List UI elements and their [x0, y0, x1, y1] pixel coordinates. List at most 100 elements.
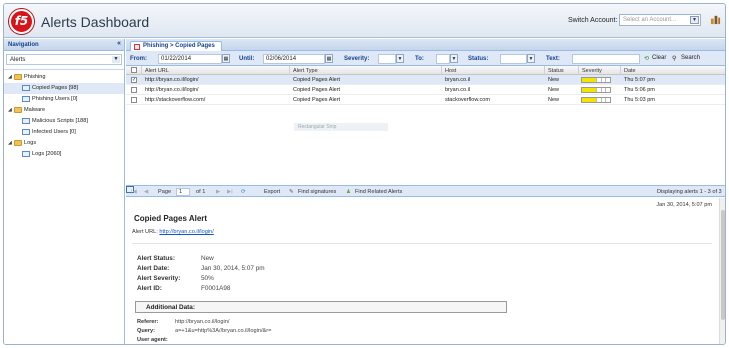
first-page-icon[interactable]: |◀ [131, 189, 137, 195]
table-row[interactable]: http://bryan.co.il/login/Copied Pages Al… [126, 85, 725, 95]
divider [132, 243, 712, 244]
until-date-input[interactable]: 02/06/2014 [263, 54, 325, 64]
tree-item[interactable]: Logs [2060] [4, 149, 124, 160]
row-checkbox[interactable] [131, 87, 137, 93]
detail-severity-label: Alert Severity: [137, 275, 181, 282]
chevron-down-icon[interactable]: ▼ [527, 54, 535, 63]
nav-category-select[interactable]: Alerts ▼ [6, 54, 122, 65]
cell-alert-url: http://bryan.co.il/login/ [145, 87, 199, 93]
until-label: Until: [239, 56, 255, 62]
table-row[interactable]: http://stackoverflow.com/Copied Pages Al… [126, 95, 725, 105]
table-row[interactable]: ✓ http://bryan.co.il/login/Copied Pages A… [126, 75, 725, 85]
signature-icon[interactable]: ✎ [289, 189, 294, 195]
column-severity[interactable]: Severity [582, 68, 602, 74]
detail-scrollbar[interactable] [719, 198, 725, 344]
calendar-icon[interactable]: ▦ [325, 54, 333, 63]
switch-account-select[interactable]: Select an Account... ▼ [619, 14, 701, 26]
prev-page-icon[interactable]: ◀ [144, 189, 148, 195]
tab-copied-pages[interactable]: Phishing > Copied Pages [130, 41, 222, 51]
next-page-icon[interactable]: ▶ [216, 189, 220, 195]
f5-logo: f5 [9, 9, 34, 34]
last-page-icon[interactable]: ▶| [227, 189, 233, 195]
users-icon[interactable]: ♟ [346, 189, 351, 195]
row-checkbox[interactable]: ✓ [131, 77, 137, 83]
column-alert-url[interactable]: Alert URL [145, 68, 169, 74]
tree-folder[interactable]: ◢ Malware [4, 105, 124, 116]
column-host[interactable]: Host [445, 68, 456, 74]
detail-id-value: F0001A98 [201, 285, 231, 292]
referer-label: Referer: [137, 319, 159, 325]
cell-alert-type: Copied Pages Alert [293, 77, 341, 83]
page-icon [134, 44, 140, 50]
chevron-down-icon[interactable]: ▼ [112, 56, 120, 63]
detail-timestamp: Jan 30, 2014, 5:07 pm [656, 202, 712, 208]
scrollbar-thumb[interactable] [721, 210, 725, 320]
binoculars-icon[interactable]: ⚲ [672, 55, 676, 62]
clear-icon[interactable]: ⟲ [644, 55, 649, 62]
tree-item-label: Copied Pages [98] [32, 85, 79, 91]
tree-item[interactable]: Copied Pages [98] [4, 83, 124, 94]
navigation-header: Navigation « [4, 39, 124, 51]
select-all-checkbox[interactable] [131, 67, 137, 73]
app-title: Alerts Dashboard [41, 14, 150, 30]
row-checkbox[interactable] [131, 97, 137, 103]
detail-id-label: Alert ID: [137, 285, 162, 292]
collapse-icon[interactable]: « [117, 40, 121, 47]
severity-from-select[interactable] [378, 54, 396, 64]
severity-tick [605, 98, 607, 102]
tree-folder[interactable]: ◢ Phishing [4, 72, 124, 83]
export-button[interactable]: Export [264, 189, 280, 195]
chevron-down-icon[interactable]: ▼ [396, 54, 404, 63]
find-signatures-button[interactable]: Find signatures [298, 189, 336, 195]
to-label: To: [415, 56, 424, 62]
search-button[interactable]: Search [681, 55, 700, 61]
find-related-alerts-button[interactable]: Find Related Alerts [355, 189, 402, 195]
settings-tools-icon[interactable] [710, 14, 721, 25]
column-divider [289, 66, 290, 75]
clear-button[interactable]: Clear [652, 55, 666, 61]
detail-status-value: New [201, 255, 214, 262]
cell-host: bryan.co.il [445, 77, 471, 83]
tree-item[interactable]: Phishing Users [0] [4, 94, 124, 105]
status-select[interactable] [500, 54, 527, 64]
column-date[interactable]: Date [624, 68, 636, 74]
tree-folder[interactable]: ◢ Logs [4, 138, 124, 149]
detail-date-value: Jan 30, 2014, 5:07 pm [201, 265, 265, 272]
severity-fill [582, 98, 596, 102]
additional-data-heading: Additional Data: [135, 301, 507, 313]
cell-status: New [548, 77, 560, 83]
switch-account-label: Switch Account: [568, 17, 618, 24]
app-header: f5 Alerts Dashboard Switch Account: Sele… [4, 4, 725, 38]
snip-hint: Rectangular Snip [294, 123, 388, 131]
list-icon [22, 95, 30, 102]
severity-to-select[interactable] [436, 54, 450, 64]
detail-url-label: Alert URL: [132, 229, 158, 235]
from-label: From: [130, 56, 147, 62]
detail-url-link[interactable]: http://bryan.co.il/login/ [159, 229, 213, 235]
column-alert-type[interactable]: Alert Type [293, 68, 318, 74]
chevron-down-icon[interactable]: ▼ [690, 16, 699, 24]
cell-host: stackoverflow.com [445, 97, 490, 103]
calendar-icon[interactable]: ▦ [222, 54, 230, 63]
navigation-title: Navigation [8, 42, 39, 48]
severity-label: Severity: [344, 56, 370, 62]
from-date-input[interactable]: 01/22/2014 [158, 54, 222, 64]
folder-icon [14, 73, 22, 80]
tree-item[interactable]: Infected Users [0] [4, 127, 124, 138]
text-search-input[interactable] [572, 54, 640, 64]
chevron-down-icon[interactable]: ▼ [450, 54, 458, 63]
refresh-icon[interactable]: ⟳ [241, 189, 246, 195]
status-label: Status: [468, 56, 489, 62]
tree-item-label: Phishing Users [0] [32, 96, 78, 102]
tree-item[interactable]: Malicious Scripts [188] [4, 116, 124, 127]
app-window: f5 Alerts Dashboard Switch Account: Sele… [3, 3, 726, 345]
cell-status: New [548, 97, 560, 103]
switch-account-placeholder: Select an Account... [623, 17, 677, 23]
column-divider [620, 66, 621, 75]
column-status[interactable]: Status [548, 68, 564, 74]
tree-item-label: Logs [2060] [32, 151, 62, 157]
severity-tick [600, 88, 602, 92]
page-number-input[interactable]: 1 [176, 188, 190, 196]
tree-item-label: Malware [24, 107, 46, 113]
severity-tick [605, 88, 607, 92]
